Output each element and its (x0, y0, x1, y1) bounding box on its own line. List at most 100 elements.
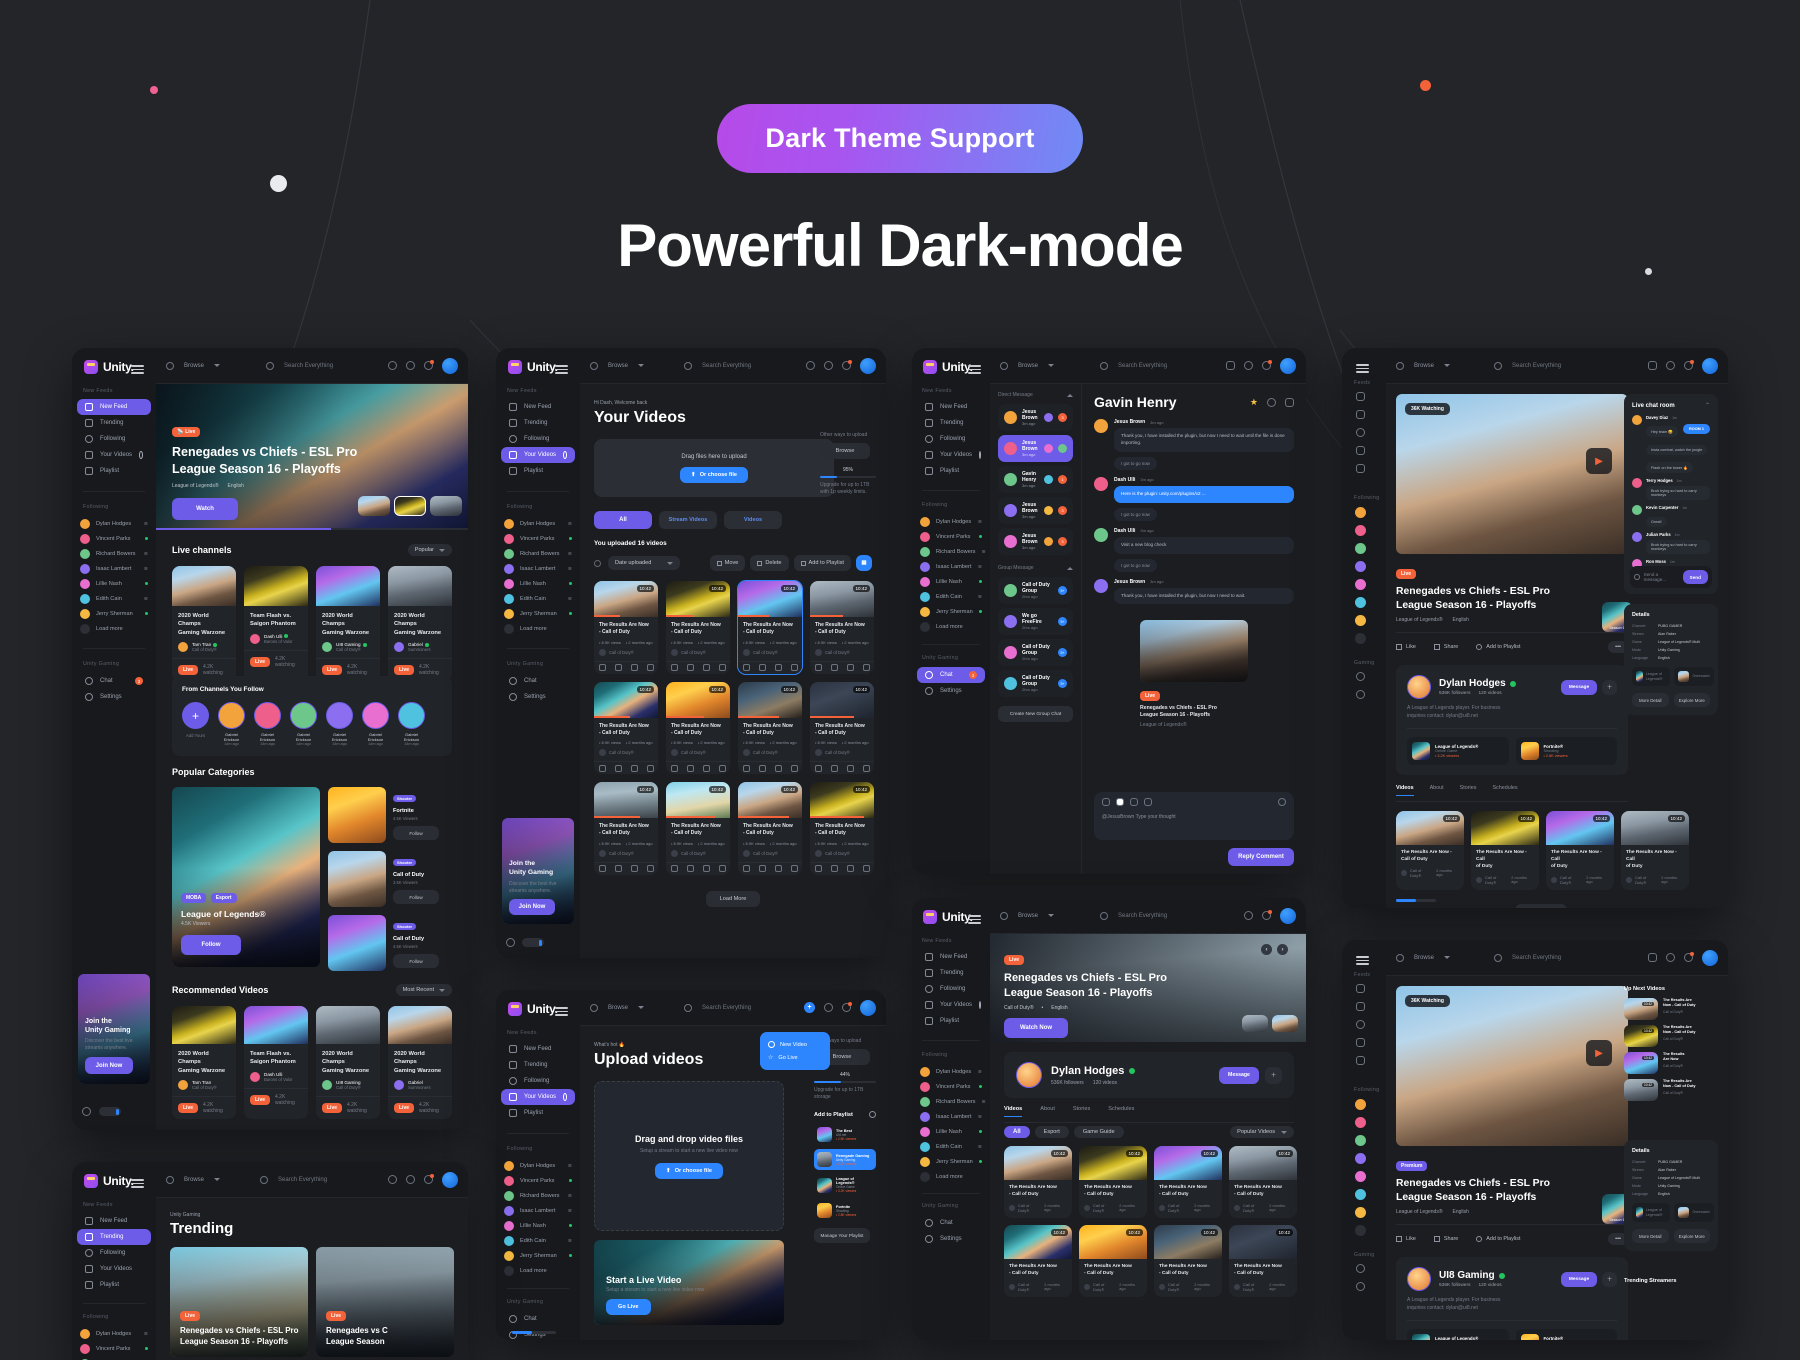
search-input[interactable]: Search Everything (1118, 913, 1167, 919)
follow-button[interactable]: Follow (393, 826, 439, 840)
eye-icon[interactable] (598, 865, 606, 872)
profile-games[interactable]: League of Legends®Online Game• 3.2K view… (1407, 1329, 1617, 1340)
avatar[interactable] (442, 1171, 458, 1188)
channel-card[interactable]: 2020 World Champs Gaming Warzone UI8 Gamin… (316, 566, 380, 682)
following-item[interactable]: Edith Cain ≋ (72, 591, 156, 606)
add-story-button[interactable]: + Add Yours (182, 702, 209, 746)
topbar[interactable]: Browse Search Everything (156, 348, 468, 384)
menu-toggle-button[interactable] (1356, 956, 1369, 965)
search-input[interactable]: Search Everything (1512, 363, 1561, 369)
sidebar-item-new-feed[interactable]: New Feed (77, 399, 151, 415)
video-card[interactable]: 10:42 The Results Are Now - Call of Duty • … (810, 681, 874, 774)
video-actions[interactable] (738, 861, 802, 875)
plus-circle-icon[interactable] (388, 1175, 397, 1184)
hero-banner[interactable]: 📡 Live Renegades vs Chiefs - ESL Pro Leag… (156, 384, 468, 530)
video-actions[interactable] (594, 861, 658, 875)
sidebar-nav[interactable]: New Feed Trending Following Your Videos … (496, 1041, 580, 1121)
video-player[interactable]: 36K Watching ▶ (1396, 394, 1628, 554)
chevron-down-icon[interactable] (1444, 364, 1451, 367)
topbar[interactable]: Browse Search Everything (1386, 348, 1728, 384)
chat-icon[interactable] (824, 1003, 833, 1012)
following-item[interactable]: Dylan Hodges ≋ (72, 516, 156, 531)
details-games[interactable]: League of Legends® Overwatch (1632, 667, 1714, 686)
videos-toolbar[interactable]: Date uploaded Move Delete Add to Playlis… (594, 555, 872, 571)
category-card[interactable]: Shooter Call of Duty 3.5K Viewers Follow (328, 851, 452, 907)
app-window-trending[interactable]: Unity. New Feeds New Feed Trending Follo… (72, 1162, 468, 1360)
eye-icon[interactable] (742, 664, 750, 671)
sidebar-item-new-feed[interactable]: New Feed (917, 949, 985, 965)
sidebar-footer-controls[interactable] (506, 938, 560, 947)
add-playlist-icon[interactable] (869, 1111, 876, 1118)
choose-file-button[interactable]: ⬆ Or choose file (680, 466, 748, 483)
avatar[interactable] (1407, 1267, 1431, 1292)
sidebar[interactable]: Unity. New Feeds New Feed Trending Follo… (72, 1162, 156, 1360)
follow-button[interactable]: Follow (181, 935, 241, 955)
tab-about[interactable]: About (1430, 785, 1444, 796)
moon-icon[interactable] (506, 938, 515, 947)
sidebar-item-playlist[interactable]: Playlist (917, 463, 985, 479)
chip-all[interactable]: All (1004, 1126, 1030, 1138)
following-item[interactable]: Vincent Parks (912, 529, 990, 544)
home-icon[interactable] (1356, 984, 1365, 993)
sidebar-item-new-feed[interactable]: New Feed (501, 399, 575, 415)
sidebar-item-trending[interactable]: Trending (917, 415, 985, 431)
following-avatar[interactable] (1355, 579, 1366, 590)
browse-label[interactable]: Browse (608, 363, 628, 369)
link-icon[interactable] (830, 865, 838, 872)
sidebar-collapsed[interactable]: Feeds Following Gaming (1342, 940, 1386, 1340)
video-card[interactable]: 10:42 The Results Are Now - Call of Duty • … (594, 581, 658, 674)
video-card[interactable]: 10:42 The Results Are Now - Call of Duty • … (666, 581, 730, 674)
hero-thumbnails[interactable] (358, 496, 462, 516)
chevron-down-icon[interactable] (1048, 364, 1055, 367)
browse-label[interactable]: Browse (1414, 363, 1434, 369)
chip-game-guide[interactable]: Game Guide (1073, 1126, 1124, 1138)
following-item[interactable]: Isaac Lambert ≋ (496, 561, 580, 576)
story-item[interactable]: Gabriel Erickson 14m ago (290, 702, 317, 746)
channel-card[interactable]: 2020 World Champs Gaming Warzone Gabriel Su… (388, 566, 452, 682)
video-actions[interactable] (738, 660, 802, 674)
delete-button[interactable]: Delete (750, 555, 789, 571)
share-button[interactable]: Share (1433, 1236, 1458, 1243)
following-item[interactable]: Richard Bowers ≋ (72, 546, 156, 561)
upload-dropzone[interactable]: Drag and drop video files Setup a stream… (594, 1081, 784, 1231)
following-item[interactable]: Richard Bowers ≋ (912, 544, 990, 559)
sidebar-nav[interactable]: New Feed Trending Following Your Videos … (72, 1213, 156, 1293)
dm-item[interactable]: Jesus Brown 3m ago (998, 435, 1073, 462)
following-item[interactable]: Edith Cain ≋ (496, 591, 580, 606)
following-item[interactable]: Richard Bowers ≋ (496, 1188, 580, 1203)
filter-popular[interactable]: Popular (407, 544, 452, 556)
upload-icon[interactable] (979, 451, 982, 459)
following-item[interactable]: Jerry Sherman (72, 606, 156, 621)
add-to-playlist-button[interactable]: Add to Playlist (1476, 1236, 1520, 1243)
video-actions[interactable] (594, 761, 658, 774)
category-card[interactable]: Shooter Call of Duty 4.5K Viewers Follow (328, 915, 452, 971)
menu-toggle-button[interactable] (555, 1007, 568, 1016)
dm-list[interactable]: Jesus Brown 3m ago 3 Jesus Brown 3m ago Gavin… (998, 404, 1073, 555)
edit-icon[interactable] (862, 865, 870, 872)
go-live-card[interactable]: Start a Live Video Setup a stream to sta… (594, 1240, 784, 1325)
edit-icon[interactable] (790, 865, 798, 872)
browse-label[interactable]: Browse (184, 363, 204, 369)
bell-icon[interactable] (1684, 952, 1694, 962)
tab-schedules[interactable]: Schedules (1108, 1106, 1134, 1117)
create-group-chat-button[interactable]: Create New Group Chat (998, 706, 1073, 722)
following-avatar[interactable] (1355, 1189, 1366, 1200)
video-card[interactable]: 10:42 The Results Are Now - Call of Duty Ca… (1229, 1146, 1297, 1218)
share-icon[interactable] (846, 865, 854, 872)
share-icon[interactable] (774, 764, 782, 772)
video-card[interactable]: 10:42 The Results Are Now - Call of Duty Ca… (1154, 1146, 1222, 1218)
edit-icon[interactable] (646, 664, 654, 671)
video-card[interactable]: 10:42 The Results Are Now - Call of Duty Ca… (1079, 1224, 1147, 1297)
following-avatars[interactable] (1342, 1099, 1386, 1236)
video-card[interactable]: 10:42 The Results Are Now - Call of Duty Ca… (1546, 811, 1614, 890)
avatar[interactable] (1407, 675, 1431, 700)
play-button[interactable]: ▶ (1586, 448, 1612, 474)
chat-icon[interactable] (1666, 953, 1675, 962)
sidebar-item-chat[interactable]: Chat 3 (77, 673, 151, 689)
video-card[interactable]: 10:42 The Results Are Now - Call of Duty • … (594, 681, 658, 774)
sidebar-nav[interactable]: New Feed Trending Following Your Videos … (912, 399, 990, 479)
load-more-button[interactable]: Load more (912, 619, 990, 634)
edit-icon[interactable] (646, 764, 654, 772)
horizontal-scrollbar[interactable] (512, 1331, 556, 1334)
following-avatar[interactable] (1355, 615, 1366, 626)
